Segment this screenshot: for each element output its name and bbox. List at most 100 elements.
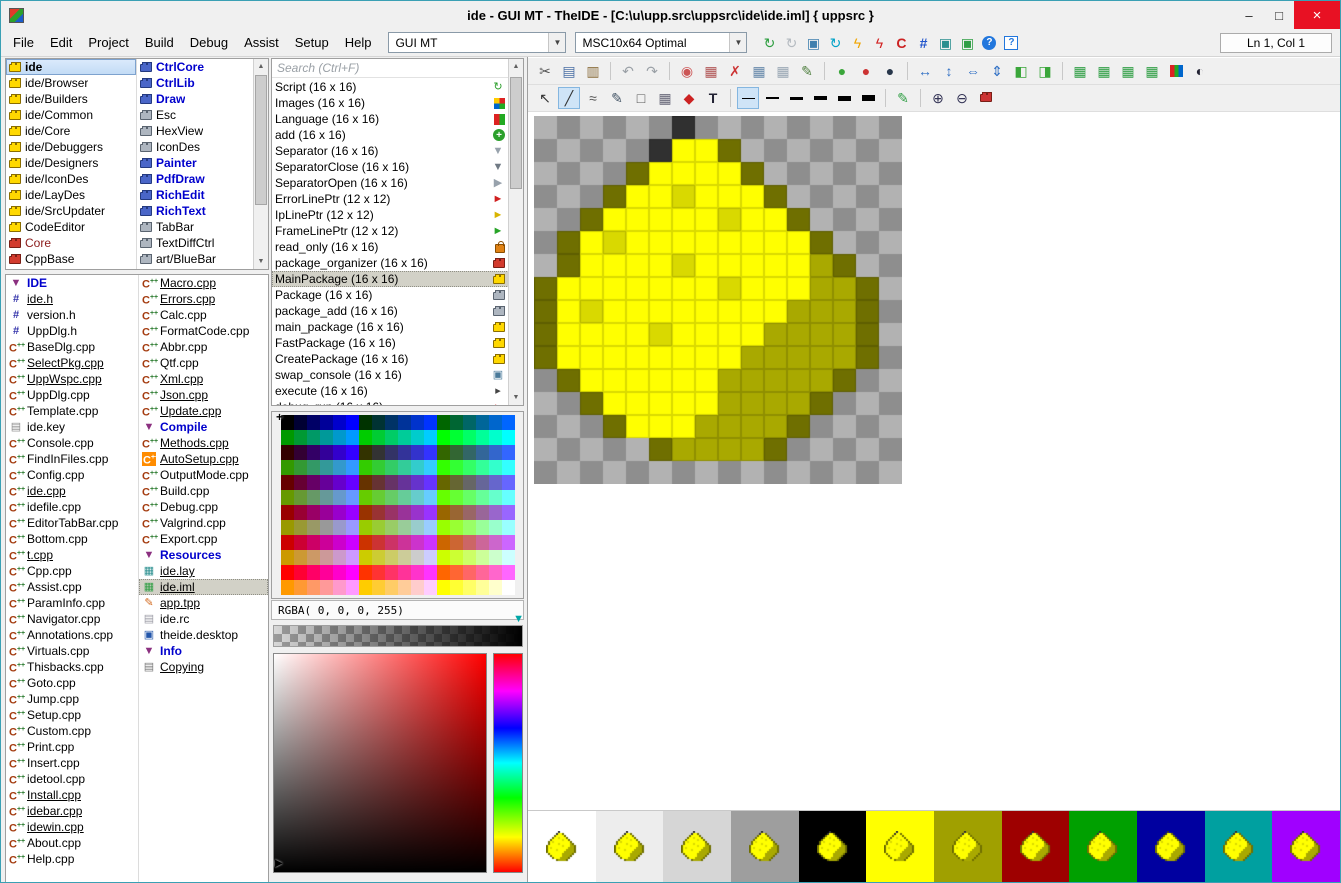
- palette-swatch[interactable]: [359, 445, 372, 460]
- palette-swatch[interactable]: [359, 550, 372, 565]
- package-item[interactable]: ide/Designers: [6, 155, 136, 171]
- palette-swatch[interactable]: [372, 535, 385, 550]
- package-item[interactable]: CppBase: [6, 251, 136, 267]
- build-lightning-icon[interactable]: ϟ: [846, 32, 868, 54]
- file-item[interactable]: Cidetool.cpp: [6, 771, 138, 787]
- file-item[interactable]: C Install.cpp: [6, 787, 138, 803]
- palette-swatch[interactable]: [437, 415, 450, 430]
- image-list-item[interactable]: SeparatorClose (16 x 16) ▼: [272, 159, 523, 175]
- file-item[interactable]: C OutputMode.cpp: [139, 467, 268, 483]
- file-item[interactable]: C Print.cpp: [6, 739, 138, 755]
- palette-swatch[interactable]: [502, 535, 515, 550]
- palette-swatch[interactable]: [372, 550, 385, 565]
- sync-repo-icon[interactable]: ↻: [758, 32, 780, 54]
- palette-swatch[interactable]: [333, 580, 346, 595]
- file-item[interactable]: C Debug.cpp: [139, 499, 268, 515]
- scroll-up-icon[interactable]: ▲: [254, 59, 268, 74]
- image-op-2-icon[interactable]: ▦: [1093, 60, 1115, 82]
- preview-tile[interactable]: [1204, 811, 1273, 882]
- palette-swatch[interactable]: [372, 475, 385, 490]
- palette-swatch[interactable]: [333, 490, 346, 505]
- file-item[interactable]: C Config.cpp: [6, 467, 138, 483]
- palette-swatch[interactable]: [502, 475, 515, 490]
- file-item[interactable]: C Macro.cpp: [139, 275, 268, 291]
- image-list-item[interactable]: Separator (16 x 16) ▼: [272, 143, 523, 159]
- image-list-item[interactable]: package_add (16 x 16): [272, 303, 523, 319]
- palette-swatch[interactable]: [411, 535, 424, 550]
- palette-swatch[interactable]: [437, 430, 450, 445]
- help-topic-icon[interactable]: ?: [1000, 32, 1022, 54]
- package-item[interactable]: CodeEditor: [6, 219, 136, 235]
- palette-swatch[interactable]: [294, 565, 307, 580]
- palette-swatch[interactable]: [502, 445, 515, 460]
- palette-swatch[interactable]: [346, 445, 359, 460]
- menu-build[interactable]: Build: [137, 31, 182, 54]
- palette-swatch[interactable]: [385, 520, 398, 535]
- package-item[interactable]: ide/Common: [6, 107, 136, 123]
- file-item[interactable]: C Update.cpp: [139, 403, 268, 419]
- file-item[interactable]: ▣ theide.desktop: [139, 627, 268, 643]
- image-list-item[interactable]: swap_console (16 x 16) ▣: [272, 367, 523, 383]
- palette-swatch[interactable]: [437, 565, 450, 580]
- select-tool[interactable]: ↖: [534, 87, 556, 109]
- palette-swatch[interactable]: [333, 565, 346, 580]
- darken-ball-icon[interactable]: ●: [879, 60, 901, 82]
- preview-tile[interactable]: [1069, 811, 1138, 882]
- palette-swatch[interactable]: [437, 580, 450, 595]
- palette-swatch[interactable]: [359, 430, 372, 445]
- palette-swatch[interactable]: [346, 460, 359, 475]
- image-list-item[interactable]: MainPackage (16 x 16): [272, 271, 523, 287]
- palette-swatch[interactable]: [359, 490, 372, 505]
- preview-tile[interactable]: [934, 811, 1002, 882]
- palette-swatch[interactable]: [424, 490, 437, 505]
- file-item[interactable]: C Qtf.cpp: [139, 355, 268, 371]
- package-item[interactable]: ide/Debuggers: [6, 139, 136, 155]
- palette-swatch[interactable]: [385, 430, 398, 445]
- palette-swatch[interactable]: [398, 415, 411, 430]
- palette-swatch[interactable]: [398, 565, 411, 580]
- palette-swatch[interactable]: [424, 430, 437, 445]
- palette-swatch[interactable]: [476, 475, 489, 490]
- palette-swatch[interactable]: [411, 520, 424, 535]
- file-item[interactable]: C Methods.cpp: [139, 435, 268, 451]
- palette-swatch[interactable]: [359, 475, 372, 490]
- palette-swatch[interactable]: [346, 535, 359, 550]
- edit-colors-button[interactable]: ✎: [892, 87, 914, 109]
- image-list-item[interactable]: package_organizer (16 x 16): [272, 255, 523, 271]
- file-item[interactable]: Cidebar.cpp: [6, 803, 138, 819]
- scroll-thumb[interactable]: [510, 77, 522, 189]
- palette-swatch[interactable]: [398, 505, 411, 520]
- refresh-icon[interactable]: ↻: [824, 32, 846, 54]
- palette-swatch[interactable]: [359, 520, 372, 535]
- palette-swatch[interactable]: [307, 430, 320, 445]
- menu-help[interactable]: Help: [337, 31, 380, 54]
- palette-swatch[interactable]: [450, 520, 463, 535]
- mirror-horizontal-icon[interactable]: ⇔: [962, 60, 984, 82]
- palette-swatch[interactable]: [476, 415, 489, 430]
- alpha-channel-icon[interactable]: ◐: [1189, 60, 1211, 82]
- palette-swatch[interactable]: [294, 430, 307, 445]
- file-item[interactable]: ✎ app.tpp: [139, 595, 268, 611]
- palette-swatch[interactable]: [281, 445, 294, 460]
- palette-swatch[interactable]: [502, 505, 515, 520]
- package-item[interactable]: ide/Browser: [6, 75, 136, 91]
- flip-vertical-icon[interactable]: ↕: [938, 60, 960, 82]
- redo-icon[interactable]: ↷: [641, 60, 663, 82]
- palette-swatch[interactable]: [398, 520, 411, 535]
- palette-swatch[interactable]: [489, 475, 502, 490]
- palette-swatch[interactable]: [320, 475, 333, 490]
- palette-swatch[interactable]: [411, 475, 424, 490]
- palette-swatch[interactable]: [281, 520, 294, 535]
- file-item[interactable]: C AutoSetup.cpp: [139, 451, 268, 467]
- palette-swatch[interactable]: [502, 460, 515, 475]
- file-item[interactable]: C Calc.cpp: [139, 307, 268, 323]
- main-config-combobox[interactable]: GUI MT ▼: [388, 32, 567, 53]
- palette-swatch[interactable]: [502, 415, 515, 430]
- palette-swatch[interactable]: [411, 445, 424, 460]
- palette-swatch[interactable]: [411, 505, 424, 520]
- palette-swatch[interactable]: [476, 565, 489, 580]
- package-item[interactable]: ide/IconDes: [6, 171, 136, 187]
- image-list-item[interactable]: add (16 x 16) +: [272, 127, 523, 143]
- palette-swatch[interactable]: [359, 580, 372, 595]
- palette-swatch[interactable]: [450, 445, 463, 460]
